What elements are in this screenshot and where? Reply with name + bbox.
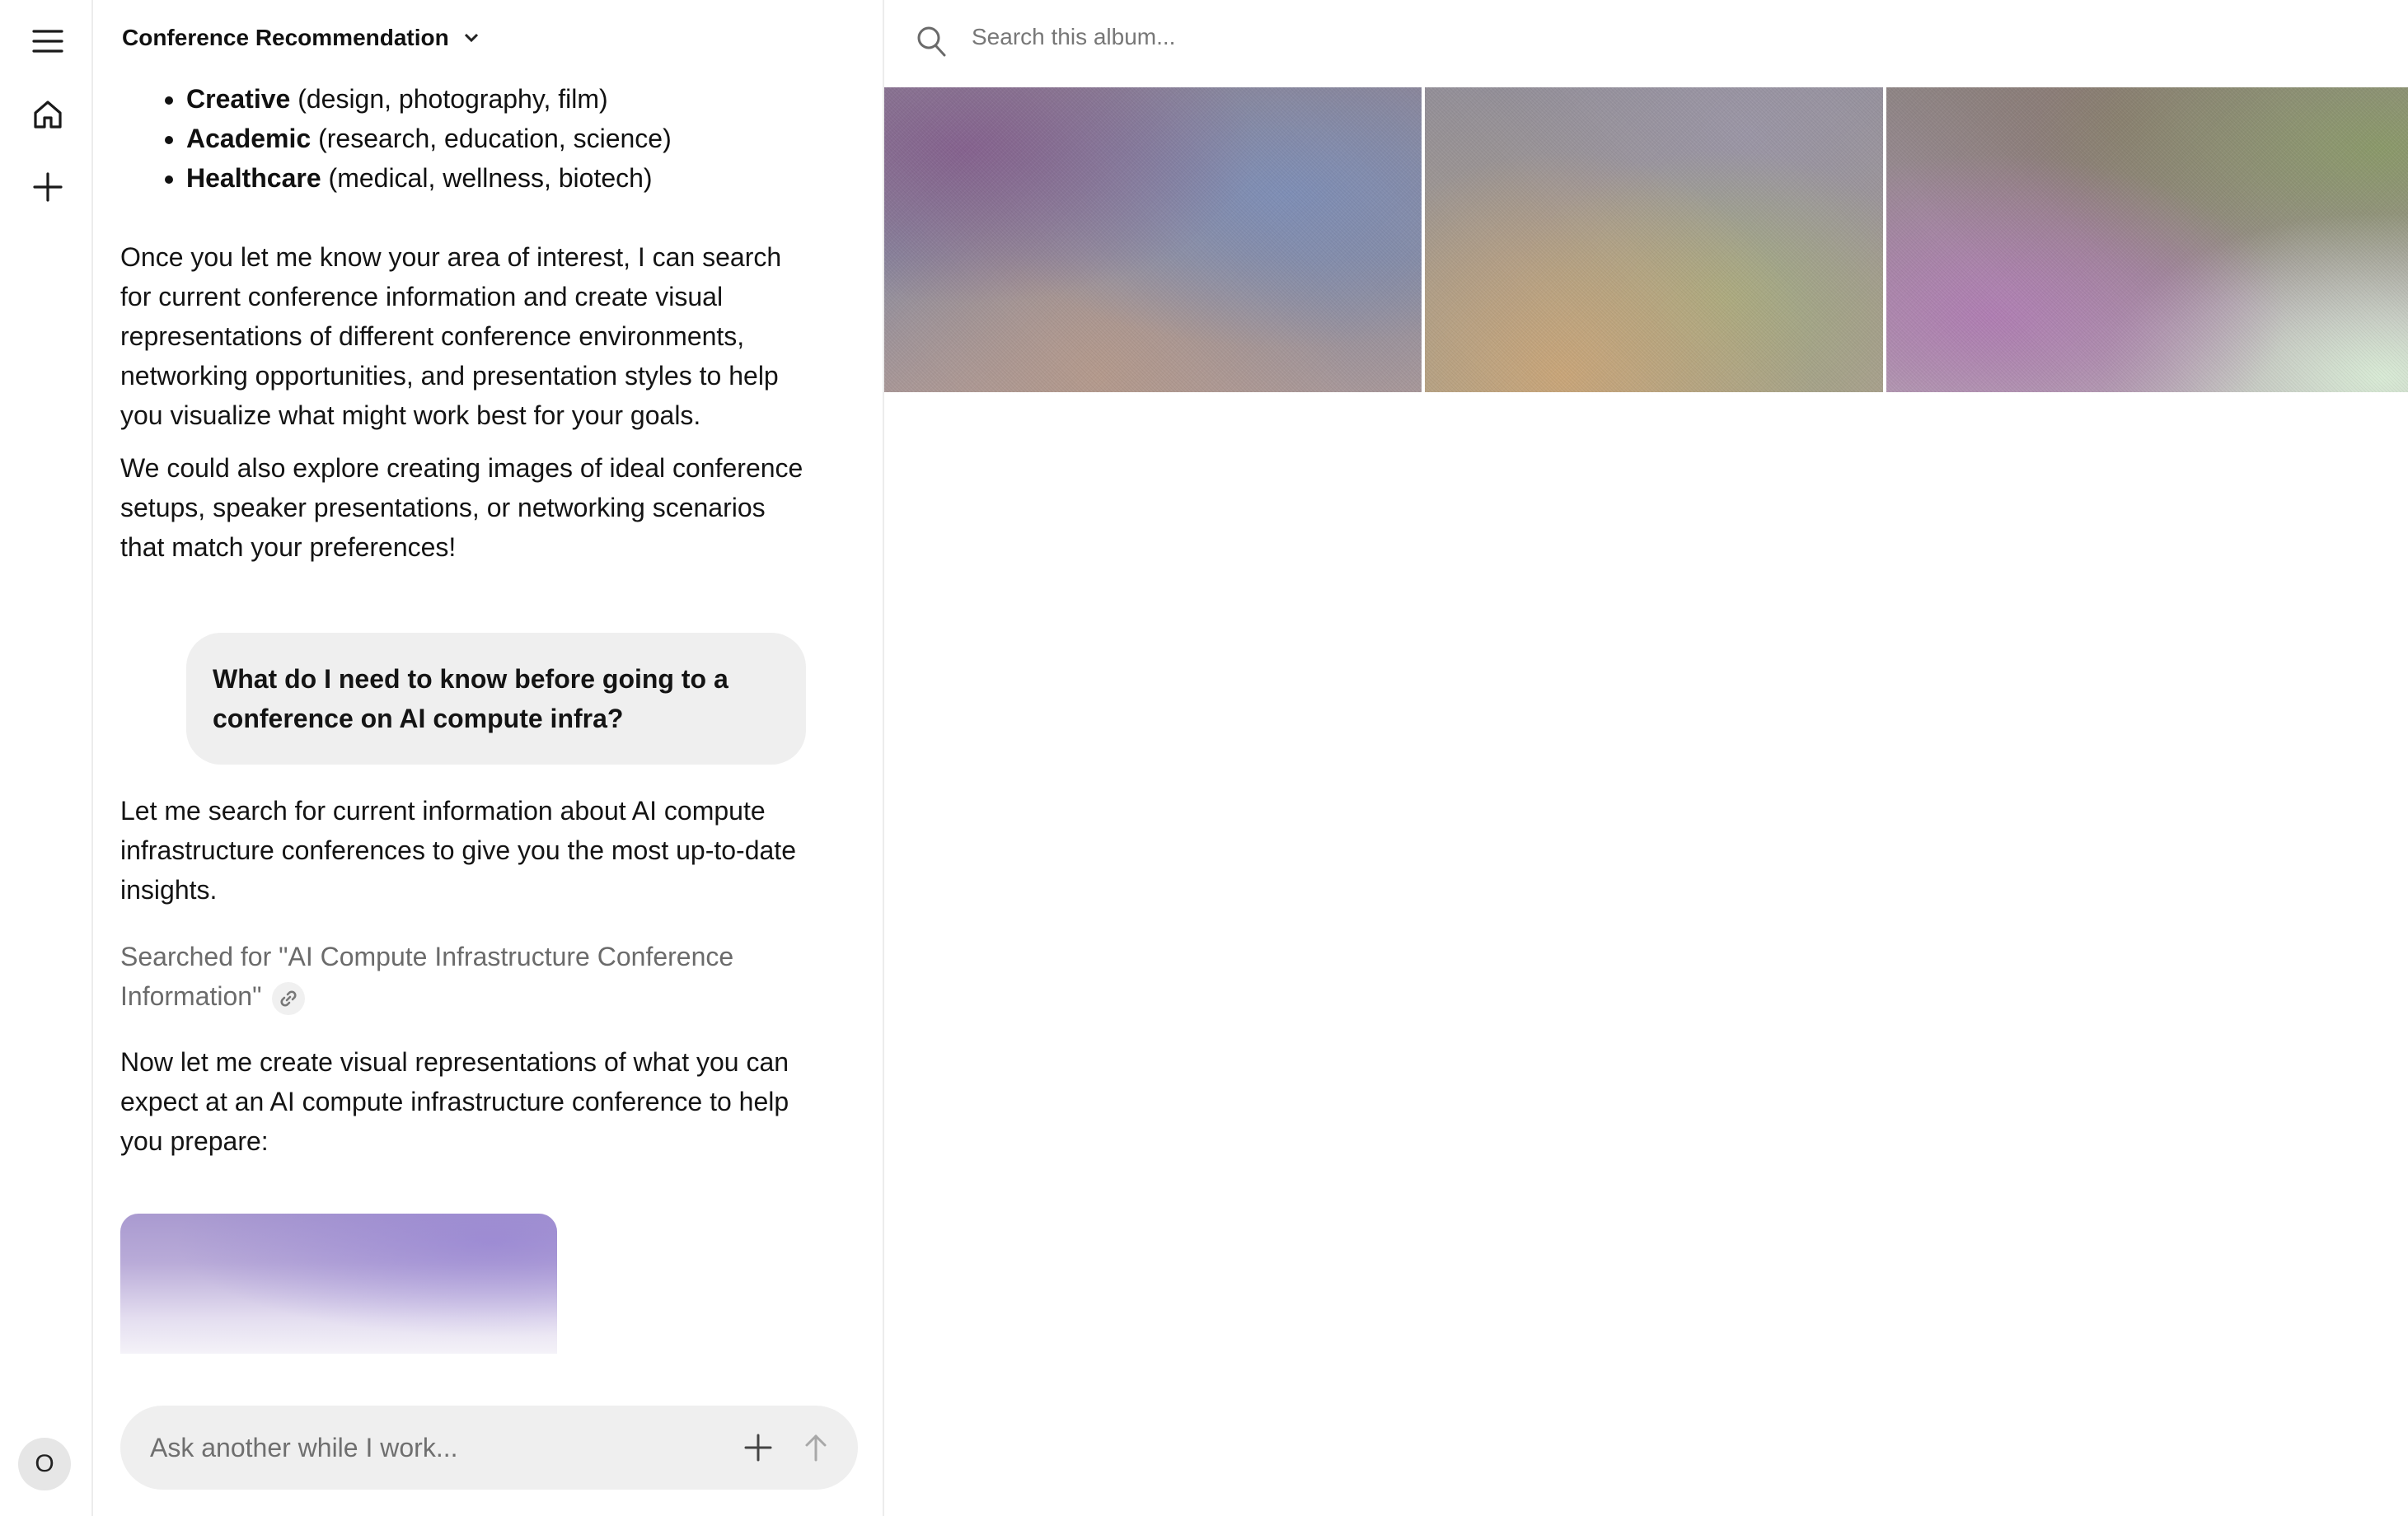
source-link-button[interactable] bbox=[272, 981, 306, 1015]
album-thumbnail[interactable] bbox=[1886, 87, 2408, 392]
assistant-paragraph: We could also explore creating images of… bbox=[120, 453, 803, 562]
user-message-bubble: What do I need to know before going to a… bbox=[186, 633, 806, 765]
album-search-bar bbox=[884, 0, 2408, 82]
assistant-paragraph: Once you let me know your area of intere… bbox=[120, 242, 782, 430]
interest-list: Creative (design, photography, film) Aca… bbox=[120, 79, 672, 198]
list-item: Healthcare (medical, wellness, biotech) bbox=[186, 158, 672, 198]
search-icon bbox=[917, 26, 946, 57]
chevron-down-icon bbox=[464, 33, 478, 43]
search-status-text: Searched for "AI Compute Infrastructure … bbox=[120, 942, 734, 1011]
list-item: Academic (research, education, science) bbox=[186, 119, 672, 158]
new-chat-button[interactable] bbox=[18, 157, 77, 217]
list-item: Creative (design, photography, film) bbox=[186, 79, 672, 119]
album-thumbnail[interactable] bbox=[884, 87, 1422, 392]
arrow-up-icon bbox=[805, 1434, 827, 1462]
album-thumbnail[interactable] bbox=[1425, 87, 1883, 392]
avatar[interactable]: O bbox=[18, 1438, 71, 1490]
album-panel bbox=[884, 0, 2408, 1516]
conversation-title: Conference Recommendation bbox=[122, 25, 449, 50]
home-icon bbox=[34, 101, 62, 129]
plus-icon bbox=[744, 1434, 772, 1462]
assistant-paragraph: Now let me create visual representations… bbox=[120, 1047, 789, 1156]
composer bbox=[120, 1406, 858, 1490]
hamburger-icon bbox=[32, 30, 63, 53]
user-message-text: What do I need to know before going to a… bbox=[213, 664, 728, 733]
left-rail: O bbox=[0, 0, 93, 1516]
album-search-input[interactable] bbox=[970, 23, 1715, 51]
generated-image-preview[interactable] bbox=[120, 1214, 557, 1354]
menu-button[interactable] bbox=[18, 12, 77, 71]
assistant-paragraph: Let me search for current information ab… bbox=[120, 796, 796, 905]
conversation-title-dropdown[interactable]: Conference Recommendation bbox=[122, 25, 479, 51]
search-status: Searched for "AI Compute Infrastructure … bbox=[120, 937, 804, 1016]
attach-button[interactable] bbox=[740, 1429, 776, 1466]
chat-panel: Conference Recommendation Creative (desi… bbox=[93, 0, 884, 1516]
send-button[interactable] bbox=[798, 1429, 834, 1466]
plus-icon bbox=[33, 172, 63, 202]
composer-input[interactable] bbox=[148, 1431, 679, 1464]
home-button[interactable] bbox=[18, 85, 77, 144]
link-icon bbox=[280, 990, 297, 1007]
